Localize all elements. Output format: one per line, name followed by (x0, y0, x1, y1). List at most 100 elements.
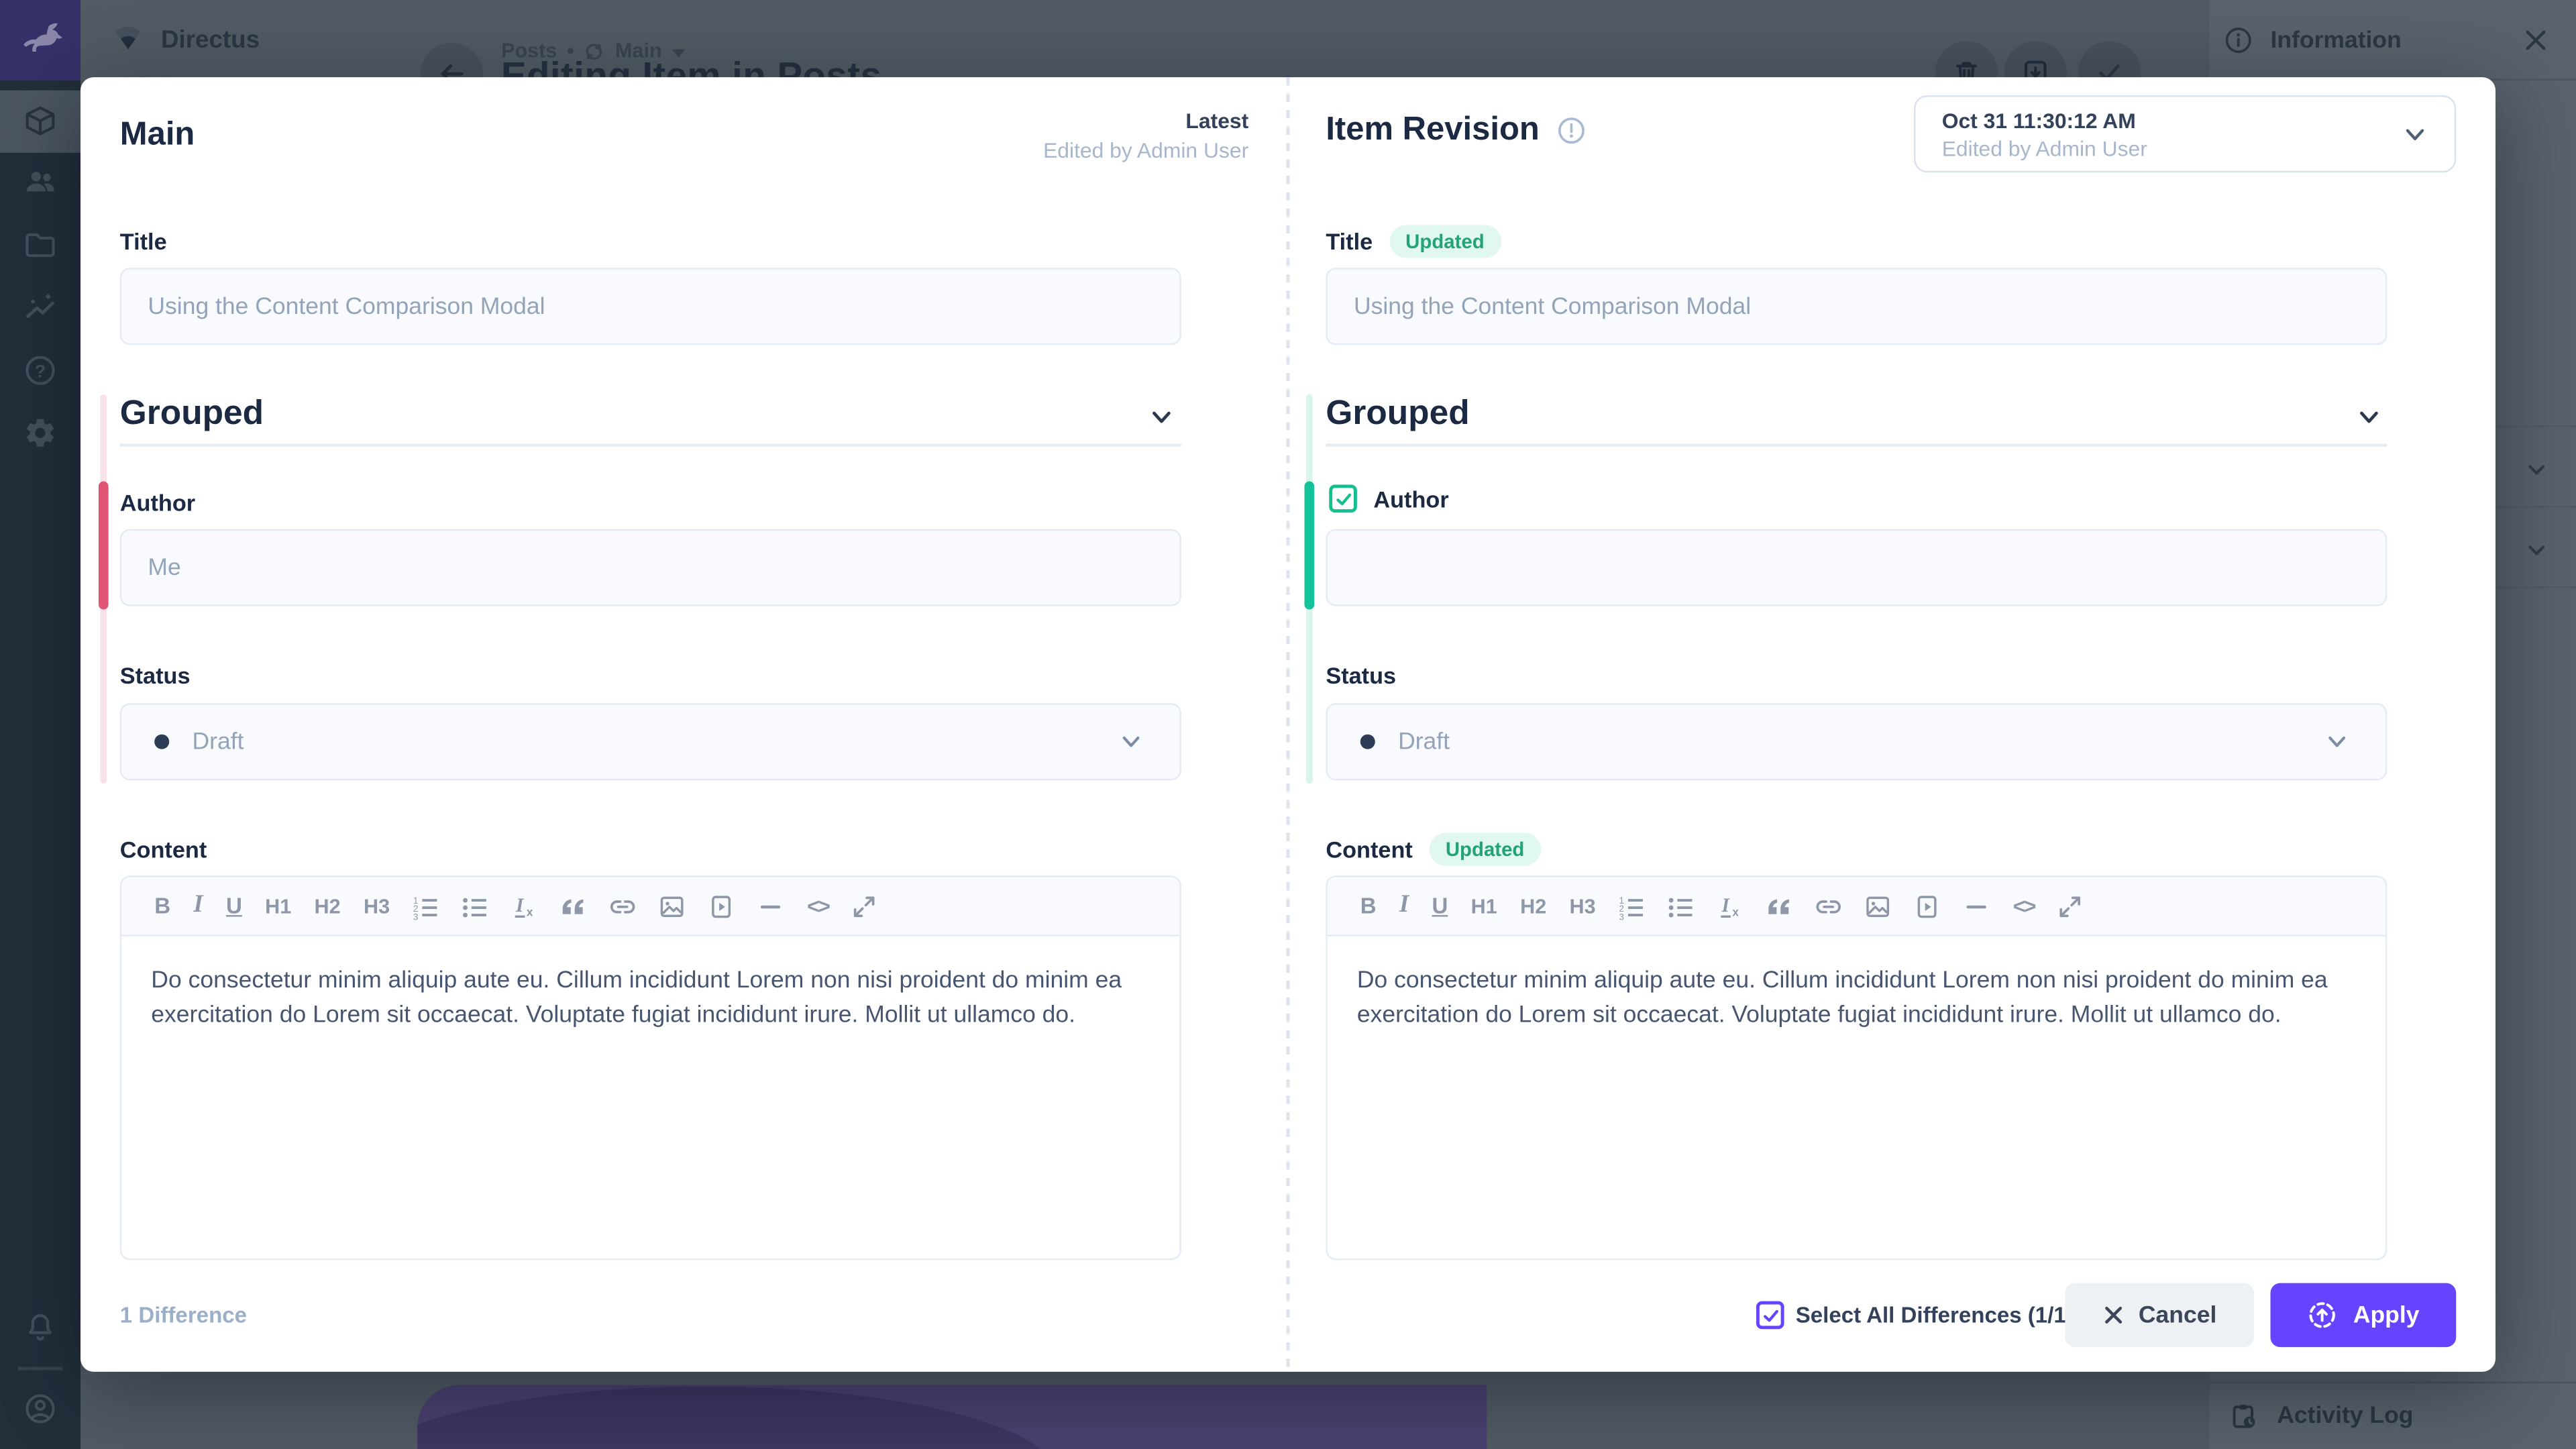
app-logo[interactable] (0, 0, 80, 80)
module-users[interactable] (23, 166, 57, 200)
right-panel-title: Item Revision (1326, 112, 1539, 150)
close-icon (2102, 1304, 2124, 1326)
meta-edited-by: Edited by Admin User (1043, 138, 1248, 163)
author-diff-removed-bar (99, 482, 109, 610)
svg-text:x: x (1733, 904, 1739, 918)
activity-log-bar[interactable]: Activity Log (2210, 1382, 2576, 1449)
horizontal-rule-button[interactable] (1964, 893, 1990, 919)
sidebar-section-chevron[interactable] (2524, 537, 2550, 564)
bold-button[interactable]: B (1360, 894, 1377, 918)
h2-button[interactable]: H2 (1520, 894, 1546, 917)
svg-text:3: 3 (414, 911, 419, 919)
author-label: Author (120, 490, 195, 516)
content-editor-body[interactable]: Do consectetur minim aliquip aute eu. Ci… (1328, 936, 2385, 1060)
image-button[interactable] (1865, 893, 1891, 919)
check-icon (1333, 489, 1352, 508)
module-settings[interactable] (23, 416, 57, 450)
title-input[interactable]: Using the Content Comparison Modal (120, 268, 1181, 345)
status-dot (154, 735, 169, 749)
ordered-list-button[interactable]: 123 (1619, 893, 1645, 919)
gear-icon (23, 416, 57, 450)
cancel-button[interactable]: Cancel (2065, 1283, 2254, 1348)
clear-format-button[interactable]: Ix (511, 893, 537, 919)
revision-select[interactable]: Oct 31 11:30:12 AM Edited by Admin User (1914, 95, 2456, 172)
content-label: Content (120, 837, 207, 863)
bold-button[interactable]: B (154, 894, 170, 918)
h1-button[interactable]: H1 (1471, 894, 1497, 917)
ordered-list-button[interactable]: 123 (413, 893, 439, 919)
link-button[interactable] (1816, 893, 1842, 919)
bullet-list-button[interactable] (1668, 893, 1694, 919)
h3-button[interactable]: H3 (364, 894, 390, 917)
group-divider (120, 443, 1181, 447)
content-editor: B I U H1 H2 H3 123 Ix (120, 875, 1181, 1260)
differences-count: 1 Difference (120, 1303, 247, 1328)
project-name: Directus (161, 26, 260, 54)
author-diff-checkbox[interactable] (1329, 484, 1357, 513)
status-select[interactable]: Draft (120, 703, 1181, 780)
status-label: Status (120, 662, 191, 688)
project-signal-icon (113, 25, 143, 54)
fullscreen-button[interactable] (852, 893, 878, 919)
content-editor-body[interactable]: Do consectetur minim aliquip aute eu. Ci… (121, 936, 1179, 1060)
info-close-button[interactable] (2522, 26, 2550, 54)
clipboard-clock-icon (2229, 1401, 2259, 1431)
blockquote-button[interactable] (561, 893, 587, 919)
fullscreen-button[interactable] (2057, 893, 2084, 919)
folder-icon (23, 228, 57, 262)
underline-button[interactable]: U (226, 894, 242, 918)
meta-latest: Latest (1043, 109, 1248, 133)
module-content-active[interactable] (0, 91, 80, 153)
italic-button[interactable]: I (1399, 892, 1409, 920)
svg-text:3: 3 (1619, 911, 1624, 919)
h2-button[interactable]: H2 (315, 894, 341, 917)
link-button[interactable] (610, 893, 636, 919)
group-divider (1326, 443, 2387, 447)
title-label: Title (1326, 228, 1373, 254)
h1-button[interactable]: H1 (265, 894, 291, 917)
bullet-list-button[interactable] (462, 893, 488, 919)
title-updated-badge: Updated (1389, 225, 1501, 258)
sidebar-section-chevron[interactable] (2524, 457, 2550, 483)
group-heading: Grouped (1326, 394, 1469, 434)
italic-button[interactable]: I (193, 892, 203, 920)
select-all-checkbox[interactable] (1756, 1301, 1784, 1330)
info-icon (2224, 26, 2253, 54)
module-insights[interactable] (23, 290, 57, 325)
underline-button[interactable]: U (1432, 894, 1448, 918)
author-input[interactable] (1326, 529, 2387, 606)
notifications-bell[interactable] (23, 1311, 57, 1345)
video-button[interactable] (1915, 893, 1941, 919)
module-bar-divider (18, 1367, 62, 1371)
clear-format-button[interactable]: Ix (1717, 893, 1743, 919)
code-button[interactable]: <> (807, 894, 828, 918)
commit-up-icon (2307, 1299, 2339, 1331)
svg-text:?: ? (35, 361, 46, 381)
activity-log-label: Activity Log (2277, 1403, 2413, 1429)
help-icon: ? (23, 354, 57, 388)
content-label: Content (1326, 837, 1413, 863)
close-icon (2522, 26, 2550, 54)
status-select[interactable]: Draft (1326, 703, 2387, 780)
code-button[interactable]: <> (2013, 894, 2035, 918)
revision-date: Oct 31 11:30:12 AM (1942, 107, 2147, 132)
group-collapse-button[interactable] (2356, 404, 2382, 430)
module-help[interactable]: ? (23, 354, 57, 388)
chevron-down-icon (1148, 404, 1175, 430)
image-button[interactable] (659, 893, 686, 919)
author-input[interactable]: Me (120, 529, 1181, 606)
h3-button[interactable]: H3 (1570, 894, 1596, 917)
apply-button[interactable]: Apply (2270, 1283, 2456, 1348)
chevron-down-icon (2356, 404, 2382, 430)
revision-info-icon[interactable] (1558, 117, 1586, 145)
blockquote-button[interactable] (1766, 893, 1792, 919)
group-collapse-button[interactable] (1148, 404, 1175, 430)
module-files[interactable] (23, 228, 57, 262)
chevron-down-icon (2524, 537, 2550, 564)
horizontal-rule-button[interactable] (758, 893, 784, 919)
rabbit-logo-icon (15, 21, 64, 60)
video-button[interactable] (708, 893, 735, 919)
select-all-label[interactable]: Select All Differences (1/1) (1796, 1303, 2074, 1328)
title-input[interactable]: Using the Content Comparison Modal (1326, 268, 2387, 345)
user-avatar[interactable] (23, 1391, 57, 1426)
